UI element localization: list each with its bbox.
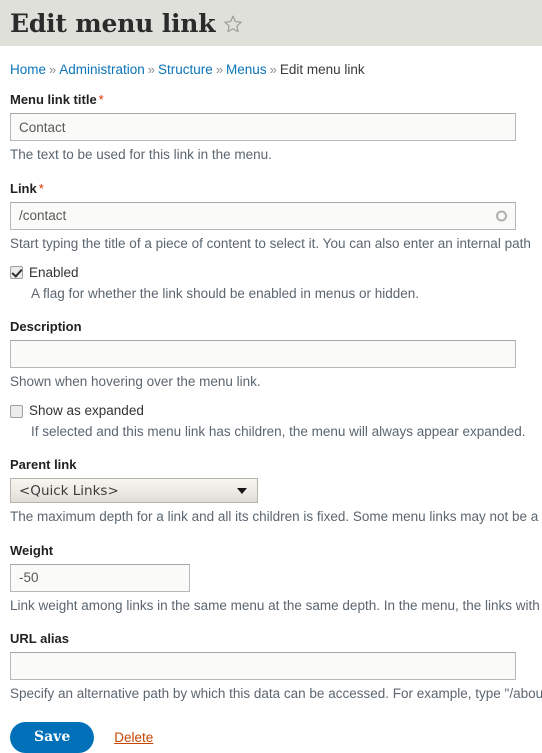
link-label-text: Link — [10, 180, 37, 196]
url-alias-description: Specify an alternative path by which thi… — [10, 686, 542, 702]
save-button[interactable]: Save — [10, 722, 95, 753]
form-actions: Save Delete — [10, 722, 542, 753]
form-item-link: Link* Start typing the title of a piece … — [10, 181, 542, 253]
parent-link-select[interactable]: <Quick Links> — [10, 478, 258, 504]
breadcrumb-separator: » — [215, 62, 224, 77]
show-as-expanded-checkbox-row[interactable]: Show as expanded — [10, 404, 542, 418]
breadcrumb-item-administration[interactable]: Administration — [59, 62, 145, 77]
breadcrumb-separator: » — [269, 62, 277, 77]
page-title: Edit menu link — [10, 8, 216, 38]
enabled-checkbox[interactable] — [10, 266, 23, 280]
required-asterisk: * — [38, 180, 44, 196]
link-description: Start typing the title of a piece of con… — [10, 235, 531, 251]
form-item-menu-link-title: Menu link title* The text to be used for… — [10, 92, 542, 164]
delete-link[interactable]: Delete — [114, 730, 153, 745]
breadcrumb-separator: » — [49, 62, 57, 77]
page-header: Edit menu link — [0, 0, 542, 46]
link-input[interactable] — [10, 201, 516, 230]
menu-link-title-label-text: Menu link title — [10, 92, 97, 108]
enabled-label[interactable]: Enabled — [29, 266, 79, 280]
parent-link-label: Parent link — [10, 457, 77, 473]
menu-link-title-label: Menu link title * — [10, 92, 542, 108]
weight-description: Link weight among links in the same menu… — [10, 597, 540, 613]
form-item-description: Description Shown when hovering over the… — [10, 319, 542, 391]
breadcrumb-item-menus[interactable]: Menus — [226, 62, 267, 77]
form-item-parent-link: Parent link <Quick Links> The maximum de… — [10, 457, 542, 526]
show-as-expanded-label[interactable]: Show as expanded — [29, 404, 144, 418]
page-content: Home» Administration» Structure» Menus» Edit… — [0, 46, 542, 753]
form-item-show-as-expanded: Show as expanded If selected and this me… — [10, 404, 542, 441]
show-as-expanded-checkbox[interactable] — [10, 404, 23, 418]
link-label: Link * — [10, 181, 542, 197]
description-field-description: Shown when hovering over the menu link. — [10, 374, 261, 390]
breadcrumb-item-structure[interactable]: Structure — [158, 62, 213, 77]
required-asterisk: * — [98, 92, 104, 108]
description-input[interactable] — [10, 340, 516, 369]
url-alias-input[interactable] — [10, 652, 516, 681]
weight-label: Weight — [10, 542, 54, 558]
parent-link-description: The maximum depth for a link and all its… — [10, 509, 539, 525]
form-item-url-alias: URL alias Specify an alternative path by… — [10, 631, 542, 703]
enabled-description: A flag for whether the link should be en… — [31, 285, 420, 301]
menu-link-title-description: The text to be used for this link in the… — [10, 147, 272, 163]
enabled-checkbox-row[interactable]: Enabled — [10, 266, 542, 280]
form-item-enabled: Enabled A flag for whether the link shou… — [10, 266, 542, 303]
show-as-expanded-description: If selected and this menu link has child… — [31, 423, 526, 439]
url-alias-label: URL alias — [10, 630, 70, 646]
form-item-weight: Weight Link weight among links in the sa… — [10, 543, 542, 615]
star-outline-icon[interactable] — [223, 14, 243, 34]
breadcrumb-separator: » — [147, 62, 156, 77]
description-label: Description — [10, 318, 82, 334]
breadcrumb-item-home[interactable]: Home — [10, 62, 46, 77]
link-autocomplete-wrapper — [10, 201, 516, 230]
menu-link-title-input[interactable] — [10, 113, 516, 142]
weight-input[interactable] — [10, 563, 190, 592]
chevron-down-icon — [237, 487, 247, 494]
breadcrumb: Home» Administration» Structure» Menus» Edit… — [10, 46, 542, 92]
parent-link-selected-value: <Quick Links> — [19, 482, 119, 499]
breadcrumb-item-current: Edit menu link — [279, 62, 365, 77]
